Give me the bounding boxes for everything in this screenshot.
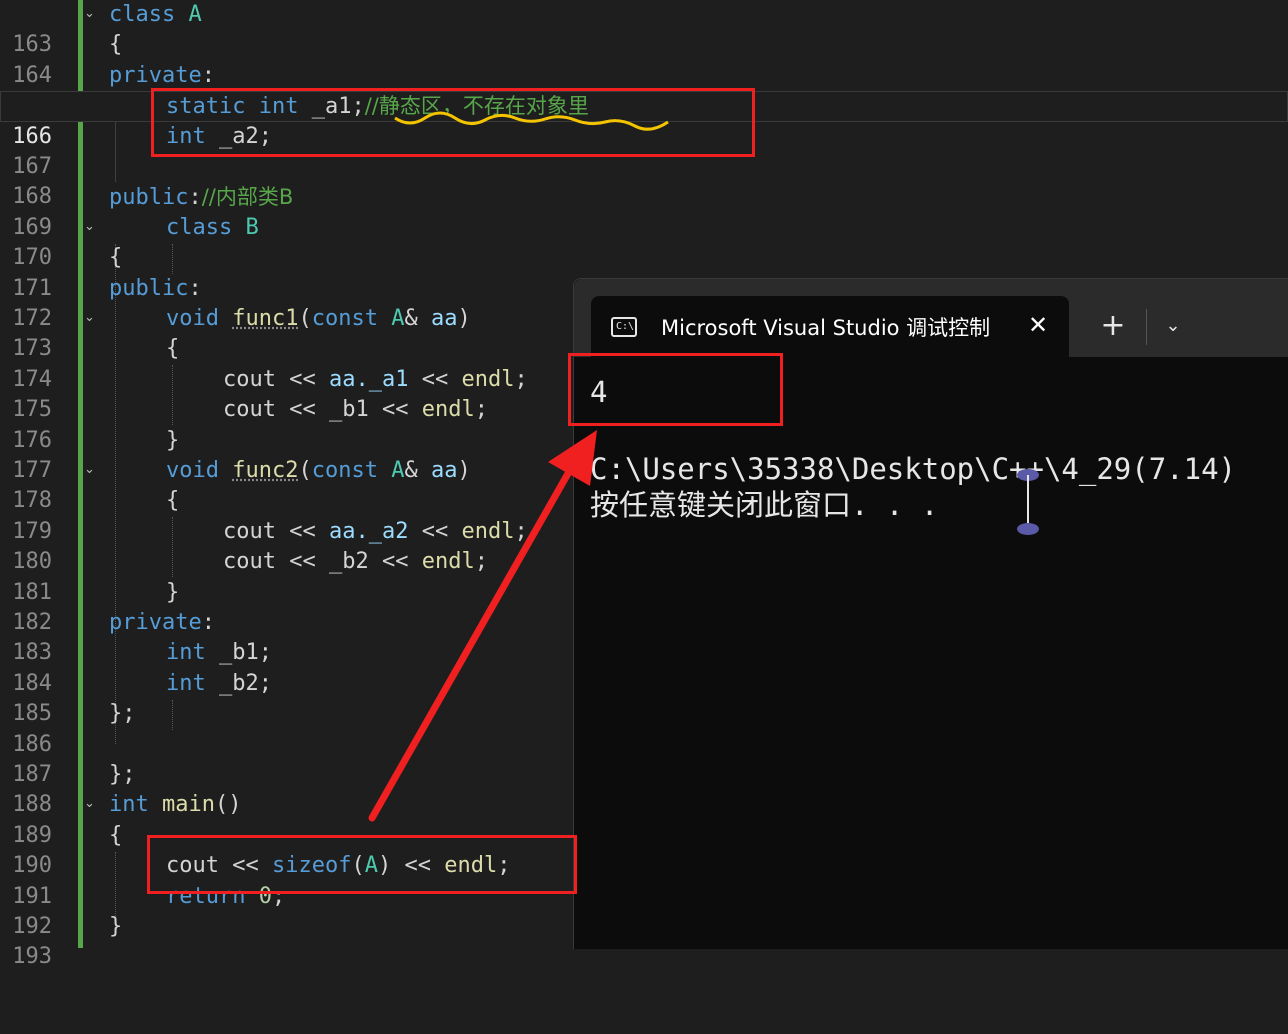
terminal-icon: C:\ bbox=[611, 317, 637, 337]
fold-chevron-icon[interactable]: ⌄ bbox=[84, 220, 96, 233]
brace: { bbox=[166, 336, 180, 362]
identifier: cout bbox=[223, 518, 276, 544]
semicolon: ; bbox=[474, 397, 488, 423]
identifier: endl bbox=[421, 549, 475, 575]
brace: } bbox=[166, 427, 180, 453]
class-name: A bbox=[391, 306, 405, 331]
console-titlebar[interactable]: C:\ Microsoft Visual Studio 调试控制台 ✕ + ⌄ bbox=[574, 279, 1288, 357]
semicolon: ; bbox=[514, 518, 528, 544]
semicolon: ; bbox=[514, 366, 528, 392]
identifier: _b2 bbox=[328, 549, 369, 575]
console-press-key-line: 按任意键关闭此窗口. . . bbox=[590, 488, 939, 522]
parameter: aa bbox=[430, 458, 458, 483]
code-line[interactable]: 171 { bbox=[0, 243, 1288, 300]
type-keyword: int bbox=[109, 792, 149, 818]
fold-chevron-icon[interactable]: ⌄ bbox=[84, 463, 96, 476]
colon: : bbox=[201, 610, 215, 635]
operator: << bbox=[289, 549, 316, 575]
highlight-box-output bbox=[568, 353, 783, 426]
ampersand: & bbox=[404, 458, 418, 483]
class-name: A bbox=[391, 458, 405, 483]
brace: }; bbox=[109, 762, 136, 787]
access-specifier: private bbox=[109, 62, 202, 88]
highlight-box-sizeof-line bbox=[147, 835, 577, 894]
semicolon: ; bbox=[258, 640, 272, 666]
brace: { bbox=[109, 822, 123, 848]
fold-chevron-icon[interactable]: ⌄ bbox=[84, 311, 96, 324]
type-keyword: int bbox=[166, 640, 206, 666]
keyword: const bbox=[311, 306, 378, 331]
type-keyword: void bbox=[166, 458, 219, 483]
semicolon: ; bbox=[474, 549, 488, 575]
code-line[interactable]: 163 ⌄ class A bbox=[0, 0, 1288, 57]
function-name: main bbox=[162, 792, 215, 818]
brace: { bbox=[109, 245, 123, 271]
identifier: cout bbox=[223, 397, 276, 423]
comment: //内部类B bbox=[201, 185, 294, 210]
brace: { bbox=[166, 488, 180, 514]
brace: } bbox=[166, 579, 180, 605]
brace: } bbox=[109, 914, 123, 939]
console-path-line: C:\Users\35338\Desktop\C++\4_29(7.14) bbox=[590, 452, 1237, 486]
member-variable: _b1 bbox=[219, 640, 259, 666]
identifier: aa._a2 bbox=[328, 518, 409, 544]
paren: ) bbox=[457, 306, 471, 331]
fold-chevron-icon[interactable]: ⌄ bbox=[84, 797, 96, 810]
ampersand: & bbox=[404, 306, 418, 331]
parameter: aa bbox=[430, 306, 458, 331]
identifier: endl bbox=[461, 518, 515, 544]
colon: : bbox=[188, 275, 202, 301]
close-icon[interactable]: ✕ bbox=[1023, 310, 1053, 340]
paren: ) bbox=[457, 458, 471, 483]
identifier: cout bbox=[223, 366, 276, 392]
brace: { bbox=[109, 32, 123, 58]
class-name: B bbox=[245, 214, 259, 240]
identifier: aa._a1 bbox=[328, 366, 409, 392]
code-line[interactable]: 165 private: bbox=[0, 61, 1288, 118]
function-name: func1 bbox=[232, 306, 299, 331]
operator: << bbox=[421, 518, 449, 544]
class-name: A bbox=[188, 2, 202, 27]
colon: : bbox=[188, 185, 202, 211]
keyword: class bbox=[166, 214, 233, 240]
colon: : bbox=[201, 62, 215, 88]
console-tab-title: Microsoft Visual Studio 调试控制台 bbox=[661, 316, 991, 340]
new-tab-button[interactable]: + bbox=[1098, 309, 1128, 343]
identifier: cout bbox=[223, 549, 276, 575]
line-number: 193 bbox=[12, 944, 52, 970]
operator: << bbox=[289, 366, 316, 392]
paren: () bbox=[214, 792, 242, 818]
access-specifier: public bbox=[109, 185, 189, 211]
brace: }; bbox=[109, 701, 136, 727]
highlight-box-static-members bbox=[151, 88, 755, 157]
code-line[interactable]: 169 public://内部类B bbox=[0, 182, 1288, 239]
identifier: _b1 bbox=[328, 397, 369, 423]
code-line[interactable]: 164 { bbox=[0, 30, 1288, 87]
titlebar-divider bbox=[1146, 309, 1147, 345]
console-tab[interactable]: C:\ Microsoft Visual Studio 调试控制台 ✕ bbox=[591, 296, 1069, 357]
member-variable: _b2 bbox=[219, 670, 259, 696]
chevron-down-icon[interactable]: ⌄ bbox=[1158, 309, 1188, 343]
operator: << bbox=[381, 549, 409, 575]
function-name: func2 bbox=[232, 458, 299, 483]
type-keyword: int bbox=[166, 670, 206, 696]
fold-chevron-icon[interactable]: ⌄ bbox=[84, 7, 96, 20]
access-specifier: private bbox=[109, 610, 202, 635]
identifier: endl bbox=[461, 366, 515, 392]
keyword: class bbox=[109, 2, 176, 27]
operator: << bbox=[421, 366, 449, 392]
identifier: endl bbox=[421, 397, 475, 423]
code-line[interactable]: 170 ⌄ class B bbox=[0, 213, 1288, 270]
type-keyword: void bbox=[166, 306, 219, 331]
operator: << bbox=[289, 518, 316, 544]
paren: ( bbox=[298, 458, 312, 483]
operator: << bbox=[289, 397, 316, 423]
operator: << bbox=[381, 397, 409, 423]
access-specifier: public bbox=[109, 275, 189, 301]
semicolon: ; bbox=[258, 670, 272, 696]
paren: ( bbox=[298, 306, 312, 331]
keyword: const bbox=[311, 458, 378, 483]
text-cursor-icon bbox=[1017, 469, 1039, 535]
